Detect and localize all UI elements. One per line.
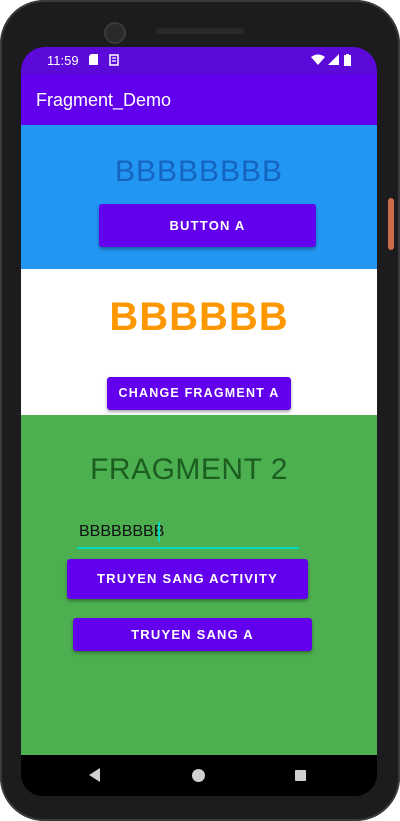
battery-icon [344,54,351,69]
send-to-a-button[interactable]: TRUYEN SANG A [73,618,312,651]
recents-icon[interactable] [295,770,306,781]
send-to-activity-button[interactable]: TRUYEN SANG ACTIVITY [67,559,308,599]
fragment-two: FRAGMENT 2 BBBBBBBB TRUYEN SANG ACTIVITY… [21,415,377,755]
app-title: Fragment_Demo [36,90,172,110]
button-a[interactable]: BUTTON A [99,204,316,247]
fragment-middle-text: BBBBBB [109,295,289,339]
fragment-top-text: BBBBBBBB [114,155,284,188]
fragment-top: BBBBBBBB BUTTON A [21,125,377,269]
back-icon[interactable] [89,768,100,782]
status-time: 11:59 [47,53,79,68]
text-cursor [158,522,160,542]
front-camera [104,22,126,44]
phone-frame: 11:59 Fragment_Demo BBBBBBBB BUTTON A BB… [0,0,400,821]
message-input[interactable]: BBBBBBBB [77,519,299,549]
navigation-bar [21,755,377,796]
sim-card-icon [89,54,98,68]
message-input-value: BBBBBBBB [79,523,165,540]
wifi-icon [311,54,325,68]
earpiece-speaker [156,28,244,34]
fragment-middle: BBBBBB CHANGE FRAGMENT A [21,269,377,415]
fragment-two-title: FRAGMENT 2 [90,453,288,486]
change-fragment-a-button[interactable]: CHANGE FRAGMENT A [107,377,291,410]
home-icon[interactable] [192,769,205,782]
screen: 11:59 Fragment_Demo BBBBBBBB BUTTON A BB… [21,47,377,796]
app-bar: Fragment_Demo [21,75,377,125]
status-bar: 11:59 [21,47,377,75]
signal-icon [328,54,339,68]
power-button[interactable] [388,198,394,250]
sd-card-icon [109,54,119,69]
